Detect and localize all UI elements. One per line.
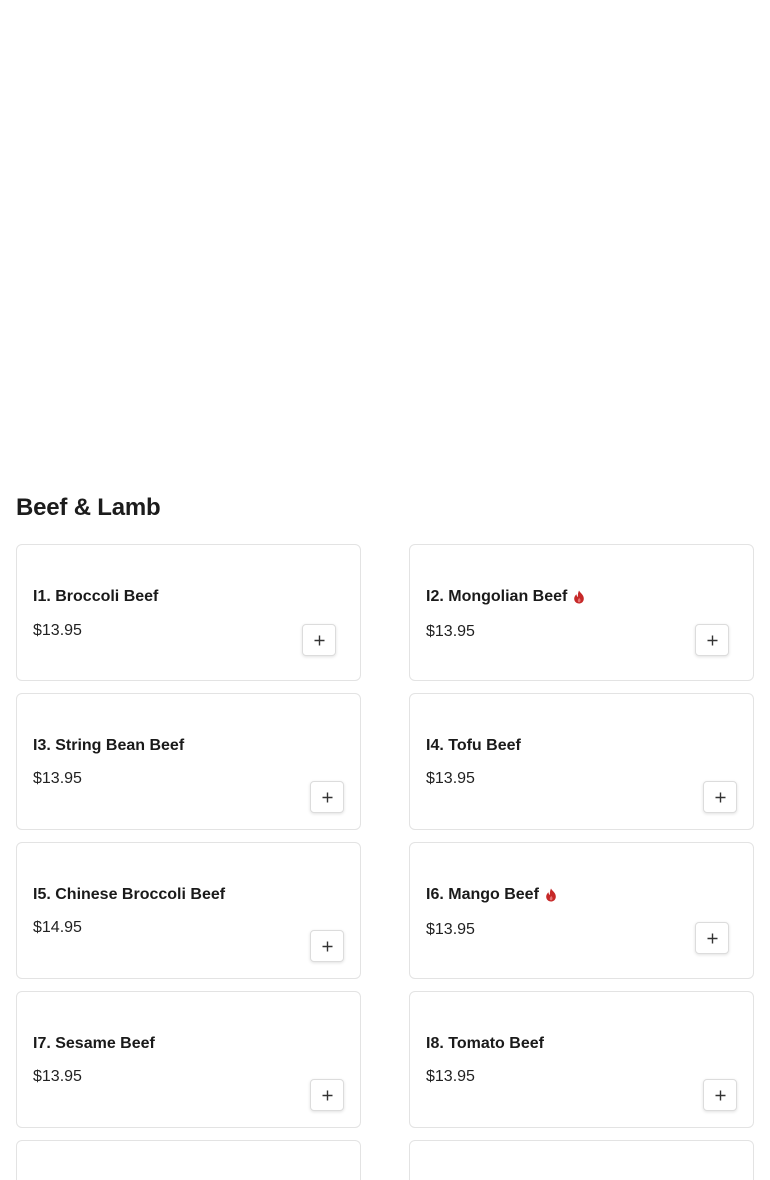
menu-item-name: I6. Mango Beef xyxy=(426,886,539,903)
plus-icon xyxy=(715,792,725,802)
menu-item-name: I8. Tomato Beef xyxy=(426,1035,544,1052)
menu-item-card[interactable] xyxy=(409,1140,754,1180)
menu-item-name: I3. String Bean Beef xyxy=(33,737,185,754)
add-to-cart-button[interactable] xyxy=(310,781,344,813)
menu-item-name: I5. Chinese Broccoli Beef xyxy=(33,886,226,903)
add-to-cart-button[interactable] xyxy=(703,781,737,813)
menu-item-price: $13.95 xyxy=(33,1068,82,1085)
menu-item-price: $13.95 xyxy=(426,1068,475,1085)
menu-item-price: $14.95 xyxy=(33,919,82,936)
menu-item-card[interactable] xyxy=(16,1140,361,1180)
menu-item-name: I7. Sesame Beef xyxy=(33,1035,155,1052)
plus-icon xyxy=(314,635,324,645)
add-to-cart-button[interactable] xyxy=(703,1079,737,1111)
menu-item-card[interactable]: I7. Sesame Beef $13.95 xyxy=(16,991,361,1128)
add-to-cart-button[interactable] xyxy=(695,922,729,954)
plus-icon xyxy=(715,1090,725,1100)
plus-icon xyxy=(707,635,717,645)
menu-items-grid: I1. Broccoli Beef $13.95 I2. Mongolian B… xyxy=(16,544,754,1180)
menu-item-name: I4. Tofu Beef xyxy=(426,737,521,754)
menu-item-price: $13.95 xyxy=(426,770,475,787)
menu-item-card[interactable]: I5. Chinese Broccoli Beef $14.95 xyxy=(16,842,361,979)
menu-item-price: $13.95 xyxy=(426,623,475,640)
add-to-cart-button[interactable] xyxy=(302,624,336,656)
plus-icon xyxy=(707,933,717,943)
menu-item-price: $13.95 xyxy=(33,770,82,787)
spicy-chili-icon xyxy=(545,888,557,902)
menu-item-name: I1. Broccoli Beef xyxy=(33,588,159,605)
plus-icon xyxy=(322,1090,332,1100)
spicy-chili-icon xyxy=(573,590,585,604)
add-to-cart-button[interactable] xyxy=(310,930,344,962)
plus-icon xyxy=(322,792,332,802)
menu-item-name: I2. Mongolian Beef xyxy=(426,588,568,605)
add-to-cart-button[interactable] xyxy=(695,624,729,656)
plus-icon xyxy=(322,941,332,951)
menu-item-card[interactable]: I1. Broccoli Beef $13.95 xyxy=(16,544,361,681)
section-title: Beef & Lamb xyxy=(16,494,161,521)
menu-item-price: $13.95 xyxy=(426,921,475,938)
menu-item-card[interactable]: I2. Mongolian Beef $13.95 xyxy=(409,544,754,681)
add-to-cart-button[interactable] xyxy=(310,1079,344,1111)
menu-item-card[interactable]: I4. Tofu Beef $13.95 xyxy=(409,693,754,830)
menu-item-price: $13.95 xyxy=(33,622,82,639)
menu-item-card[interactable]: I6. Mango Beef $13.95 xyxy=(409,842,754,979)
menu-item-card[interactable]: I3. String Bean Beef $13.95 xyxy=(16,693,361,830)
menu-item-card[interactable]: I8. Tomato Beef $13.95 xyxy=(409,991,754,1128)
